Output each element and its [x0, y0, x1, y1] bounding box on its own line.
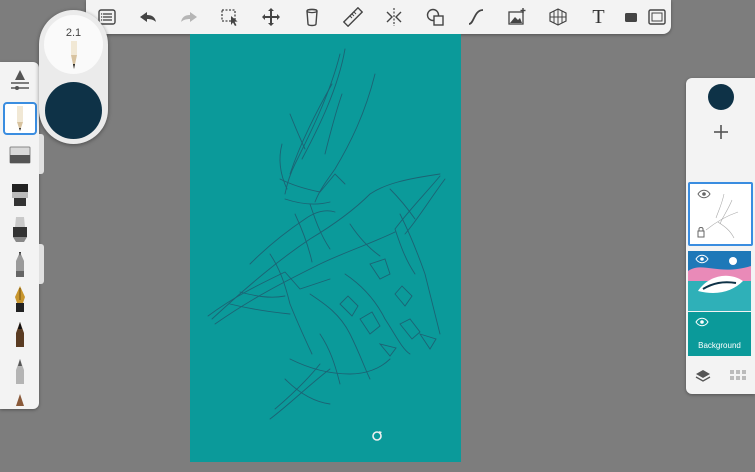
brush-panel-handle[interactable]: [39, 134, 44, 174]
marker-brush-icon[interactable]: [4, 180, 36, 210]
drawing-canvas[interactable]: [190, 34, 461, 462]
add-layer-icon[interactable]: [711, 122, 731, 142]
brush-library-panel: [0, 62, 39, 409]
top-toolbar: T: [86, 0, 671, 34]
toggle-ui-icon[interactable]: [619, 0, 643, 34]
fountain-pen-icon[interactable]: [4, 284, 36, 314]
eye-icon[interactable]: [695, 254, 709, 264]
brush-size-control[interactable]: 2.1: [44, 15, 103, 74]
sync-icon[interactable]: [370, 429, 384, 443]
perspective-icon[interactable]: [537, 0, 578, 34]
redo-icon[interactable]: [168, 0, 209, 34]
brush-settings-icon[interactable]: [4, 66, 36, 96]
layer-thumbnail-sketch: [705, 193, 739, 239]
smudge-brush-icon[interactable]: [4, 392, 36, 408]
eye-icon[interactable]: [695, 317, 709, 327]
pencil-icon: [71, 41, 77, 69]
ink-brush-icon[interactable]: [4, 320, 36, 350]
eraser-brush-icon[interactable]: [4, 140, 36, 170]
image-icon[interactable]: [496, 0, 537, 34]
text-icon[interactable]: T: [578, 0, 619, 34]
lock-icon: [697, 227, 705, 238]
ruler-icon[interactable]: [332, 0, 373, 34]
layers-footer: [686, 362, 755, 390]
fill-icon[interactable]: [291, 0, 332, 34]
brush-panel-handle[interactable]: [39, 244, 44, 284]
layer-painting[interactable]: [688, 251, 751, 311]
brush-puck[interactable]: 2.1: [39, 10, 108, 144]
selection-icon[interactable]: [209, 0, 250, 34]
text-tool-label: T: [592, 5, 605, 28]
brush-size-value: 2.1: [65, 27, 82, 39]
brush-color-swatch[interactable]: [45, 82, 102, 139]
layer-sketch[interactable]: [688, 182, 753, 246]
background-layer-label: Background: [698, 341, 741, 350]
layer-background[interactable]: Background: [688, 312, 751, 356]
shape-icon[interactable]: [414, 0, 455, 34]
undo-icon[interactable]: [127, 0, 168, 34]
paint-brush-icon[interactable]: [4, 357, 36, 387]
layer-stack-icon[interactable]: [695, 369, 711, 383]
fullscreen-icon[interactable]: [643, 0, 671, 34]
curve-icon[interactable]: [455, 0, 496, 34]
dragon-sketch: [207, 48, 446, 420]
ballpoint-pen-icon[interactable]: [4, 250, 36, 280]
grid-view-icon[interactable]: [729, 370, 746, 382]
airbrush-icon[interactable]: [4, 214, 36, 244]
pencil-brush-icon[interactable]: [3, 102, 37, 135]
layers-panel: Background: [686, 78, 755, 394]
current-color-swatch[interactable]: [708, 84, 734, 110]
symmetry-icon[interactable]: [373, 0, 414, 34]
transform-icon[interactable]: [250, 0, 291, 34]
